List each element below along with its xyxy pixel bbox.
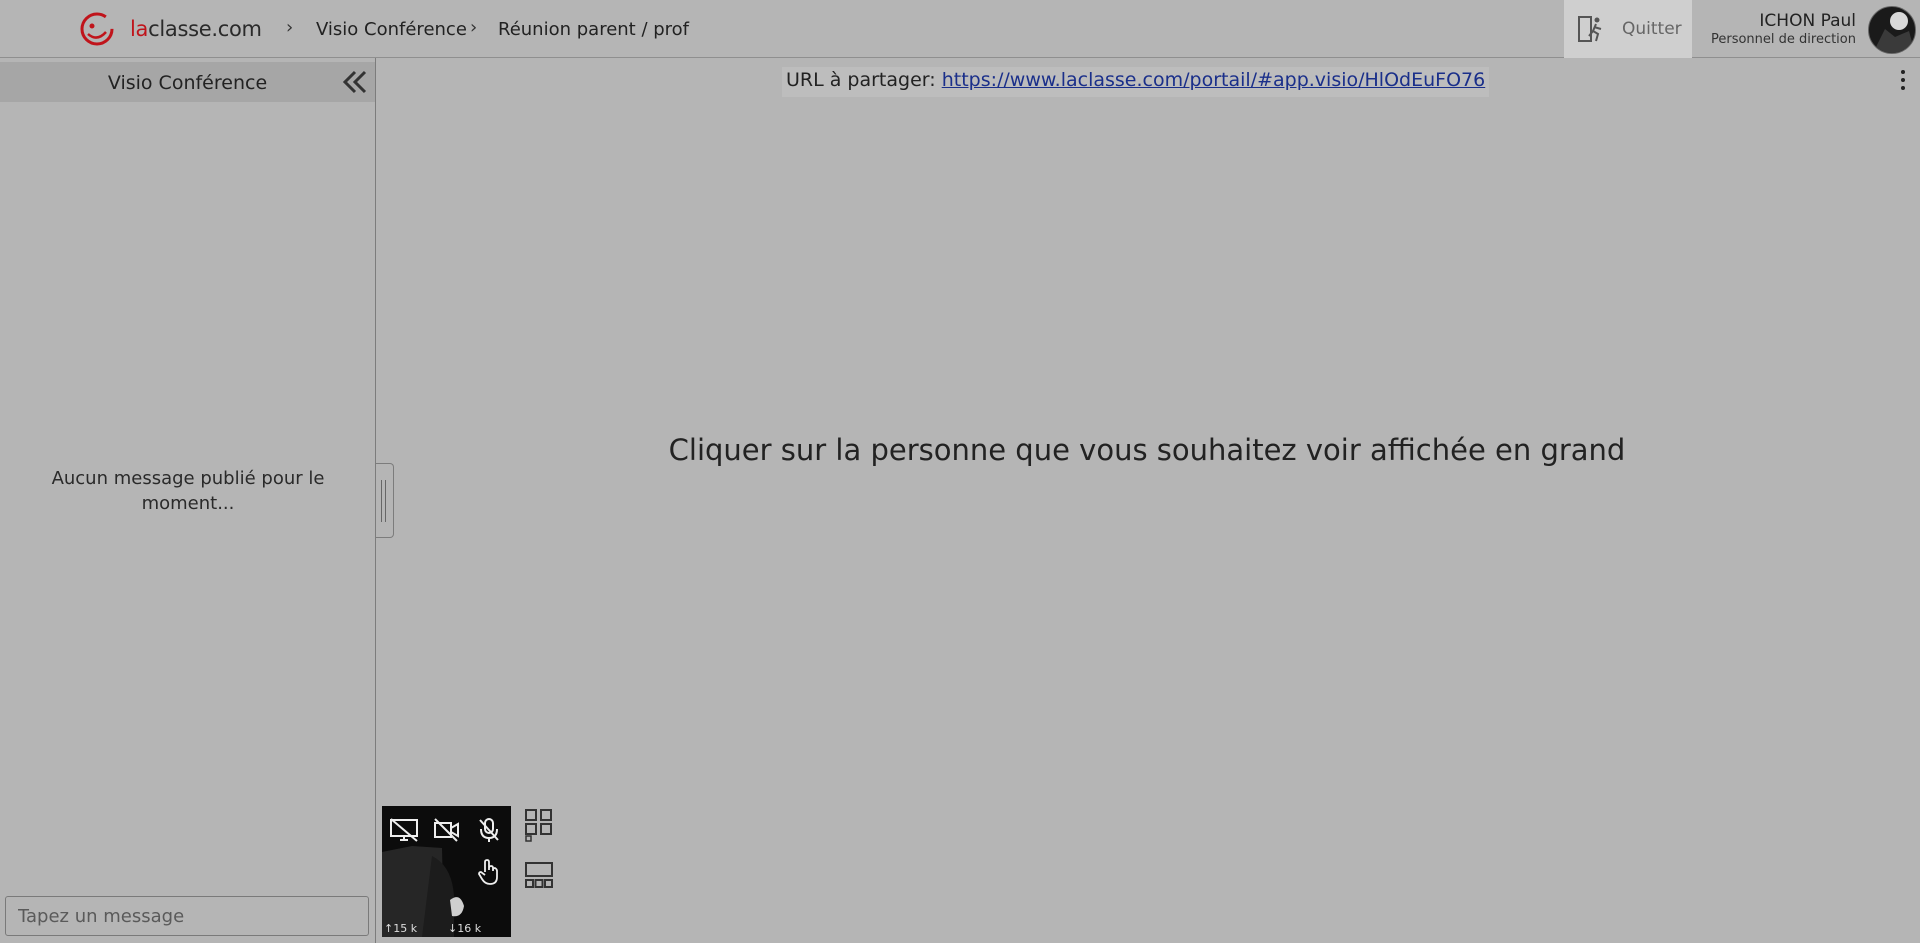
- exit-icon: [1578, 16, 1602, 42]
- top-bar: laclasse.com › Visio Conférence › Réunio…: [0, 0, 1920, 58]
- breadcrumb-meeting[interactable]: Réunion parent / prof: [498, 19, 689, 40]
- empty-chat-message: Aucun message publié pour le moment...: [51, 468, 325, 514]
- sidebar-title: Visio Conférence: [107, 72, 268, 94]
- download-stat: ↓16 k: [448, 922, 482, 935]
- message-input[interactable]: [5, 896, 369, 936]
- chevron-right-icon: ›: [286, 17, 294, 38]
- participant-video-tile[interactable]: ↑15 k ↓16 k: [382, 806, 511, 937]
- kebab-menu-icon[interactable]: [1900, 70, 1906, 94]
- screen-share-off-icon[interactable]: [388, 816, 420, 844]
- user-role: Personnel de direction: [1710, 32, 1856, 47]
- logo-icon[interactable]: [78, 10, 116, 48]
- user-name: ICHON Paul: [1759, 11, 1856, 31]
- double-chevron-left-icon[interactable]: [341, 68, 369, 96]
- share-label: URL à partager:: [786, 69, 936, 91]
- mic-off-icon[interactable]: [476, 816, 502, 844]
- avatar[interactable]: [1868, 6, 1916, 54]
- chevron-right-icon: ›: [470, 17, 478, 38]
- share-url-bar: URL à partager: https://www.laclasse.com…: [782, 67, 1490, 97]
- share-url-link[interactable]: https://www.laclasse.com/portail/#app.vi…: [942, 69, 1486, 91]
- grid-layout-icon[interactable]: [524, 808, 554, 842]
- hand-raise-icon[interactable]: [476, 858, 502, 886]
- camera-off-icon[interactable]: [432, 816, 460, 844]
- breadcrumb-visio[interactable]: Visio Conférence: [316, 19, 467, 40]
- brand-name[interactable]: laclasse.com: [130, 17, 262, 41]
- sidebar-resize-handle[interactable]: [376, 463, 394, 538]
- instruction-text: Cliquer sur la personne que vous souhait…: [668, 433, 1626, 467]
- strip-layout-icon[interactable]: [524, 858, 554, 892]
- chat-sidebar: Visio Conférence Aucun message publié po…: [0, 58, 376, 943]
- quit-button[interactable]: Quitter: [1564, 0, 1692, 58]
- upload-stat: ↑15 k: [384, 922, 418, 935]
- sidebar-header: Visio Conférence: [0, 62, 375, 102]
